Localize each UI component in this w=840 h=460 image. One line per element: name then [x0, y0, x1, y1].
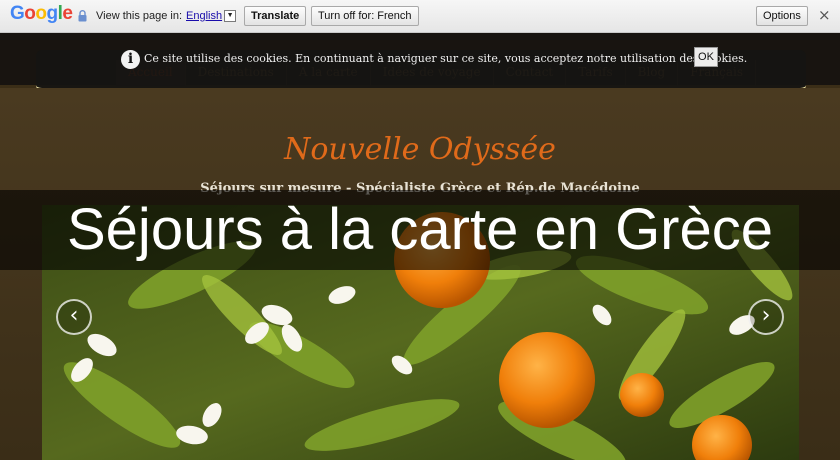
translate-prompt: View this page in:: [96, 10, 183, 22]
cookie-banner: i Ce site utilise des cookies. En contin…: [36, 47, 806, 91]
google-logo-letter: e: [62, 3, 73, 24]
translate-bar: Google View this page in: English ▼ Tran…: [0, 0, 840, 33]
slide-prev-button[interactable]: ‹: [56, 299, 92, 335]
language-select[interactable]: English ▼: [186, 8, 237, 24]
google-logo-letter: G: [10, 3, 25, 24]
google-logo-letter: g: [46, 3, 59, 24]
cookie-text: Ce site utilise des cookies. En continua…: [144, 52, 748, 65]
chevron-down-icon[interactable]: ▼: [224, 10, 237, 22]
close-icon[interactable]: ×: [818, 8, 831, 23]
options-button[interactable]: Options: [756, 6, 808, 26]
page-title: Séjours à la carte en Grèce: [66, 197, 774, 262]
google-logo: Google: [10, 3, 73, 25]
google-logo-letter: o: [24, 3, 36, 24]
lock-icon: [78, 10, 87, 22]
google-logo-letter: o: [35, 3, 47, 24]
cookie-ok-button[interactable]: OK: [694, 47, 718, 67]
info-icon: i: [121, 50, 140, 69]
slide-next-button[interactable]: ›: [748, 299, 784, 335]
language-value[interactable]: English: [186, 10, 222, 22]
site-brand[interactable]: Nouvelle Odyssée: [0, 132, 840, 167]
turn-off-button[interactable]: Turn off for: French: [311, 6, 419, 26]
translate-button[interactable]: Translate: [244, 6, 307, 26]
